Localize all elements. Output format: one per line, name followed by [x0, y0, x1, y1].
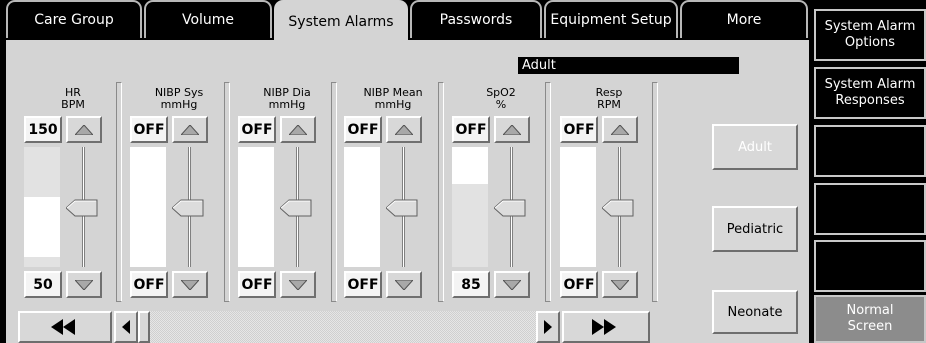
step-left-button[interactable] — [114, 311, 138, 343]
spo2-low-limit[interactable]: 85 — [452, 271, 490, 298]
step-right-button[interactable] — [536, 311, 560, 343]
nibp-mean-slider-thumb[interactable] — [386, 199, 418, 217]
nibp-dia-title: NIBP Dia mmHg — [263, 86, 311, 111]
triangle-up-icon — [395, 124, 413, 135]
tab-equipment-setup[interactable]: Equipment Setup — [544, 0, 678, 38]
pediatric-button[interactable]: Pediatric — [712, 206, 798, 252]
patient-mode-label: Adult — [518, 57, 739, 74]
system-alarm-options-button[interactable]: System Alarm Options — [814, 9, 926, 61]
nibp-mean-low-limit[interactable]: OFF — [344, 271, 382, 298]
hr-high-up-button[interactable] — [66, 116, 102, 143]
spo2-title: SpO2% — [486, 86, 516, 111]
triangle-down-icon — [181, 279, 199, 290]
double-right-arrow-icon — [592, 319, 616, 335]
resp-title: Resp RPM — [595, 86, 623, 111]
triangle-down-icon — [289, 279, 307, 290]
spo2-alarm-range-bar — [452, 147, 488, 267]
column-separator — [331, 82, 337, 302]
side-button-blank-1[interactable] — [814, 125, 926, 177]
scrollbar-track[interactable] — [150, 311, 536, 343]
tab-passwords[interactable]: Passwords — [410, 0, 542, 38]
nibp-sys-title: NIBP Sys mmHg — [154, 86, 204, 111]
nibp-mean-high-up-button[interactable] — [386, 116, 422, 143]
hr-high-limit[interactable]: 150 — [24, 116, 62, 143]
scrollbar-thumb[interactable] — [138, 311, 150, 343]
side-button-blank-3[interactable] — [814, 240, 926, 292]
hr-low-down-button[interactable] — [66, 271, 102, 298]
column-separator — [224, 82, 230, 302]
nibp-sys-low-down-button[interactable] — [172, 271, 208, 298]
side-button-blank-2[interactable] — [814, 183, 926, 235]
triangle-up-icon — [503, 124, 521, 135]
left-arrow-icon — [122, 320, 130, 334]
system-alarm-responses-button[interactable]: System Alarm Responses — [814, 67, 926, 119]
spo2-low-down-button[interactable] — [494, 271, 530, 298]
resp-slider-thumb[interactable] — [602, 199, 634, 217]
nibp-sys-alarm-range-bar — [130, 147, 166, 267]
triangle-down-icon — [395, 279, 413, 290]
right-arrow-icon — [544, 320, 552, 334]
tab-care-group[interactable]: Care Group — [6, 0, 142, 38]
triangle-down-icon — [503, 279, 521, 290]
hr-title: HR BPM — [61, 86, 85, 111]
spo2-below-low-zone — [452, 184, 488, 267]
spo2-high-limit[interactable]: OFF — [452, 116, 490, 143]
adult-button: Adult — [712, 124, 798, 170]
triangle-up-icon — [611, 124, 629, 135]
triangle-up-icon — [289, 124, 307, 135]
nibp-sys-low-limit[interactable]: OFF — [130, 271, 168, 298]
column-separator — [545, 82, 551, 302]
nibp-mean-title: NIBP Mean mmHg — [363, 86, 423, 111]
nibp-dia-alarm-range-bar — [238, 147, 274, 267]
resp-high-limit[interactable]: OFF — [560, 116, 598, 143]
resp-low-limit[interactable]: OFF — [560, 271, 598, 298]
hr-above-high-zone — [24, 147, 60, 198]
resp-alarm-range-bar — [560, 147, 596, 267]
hr-alarm-range-bar — [24, 147, 60, 267]
system-alarms-screen: Care Group Volume System Alarms Passwords Eq… — [0, 0, 926, 343]
nibp-mean-alarm-range-bar — [344, 147, 380, 267]
normal-screen-button[interactable]: Normal Screen — [814, 295, 926, 343]
spo2-high-up-button[interactable] — [494, 116, 530, 143]
tab-system-alarms[interactable]: System Alarms — [274, 0, 408, 42]
page-right-button[interactable] — [562, 311, 650, 343]
triangle-up-icon — [181, 124, 199, 135]
nibp-sys-high-up-button[interactable] — [172, 116, 208, 143]
nibp-dia-high-limit[interactable]: OFF — [238, 116, 276, 143]
triangle-down-icon — [611, 279, 629, 290]
nibp-dia-low-down-button[interactable] — [280, 271, 316, 298]
double-left-arrow-icon — [51, 319, 75, 335]
tab-more[interactable]: More — [680, 0, 808, 38]
page-left-button[interactable] — [18, 311, 112, 343]
nibp-sys-slider-thumb[interactable] — [172, 199, 204, 217]
nibp-dia-low-limit[interactable]: OFF — [238, 271, 276, 298]
spo2-slider-thumb[interactable] — [494, 199, 526, 217]
nibp-sys-high-limit[interactable]: OFF — [130, 116, 168, 143]
nibp-mean-high-limit[interactable]: OFF — [344, 116, 382, 143]
triangle-down-icon — [75, 279, 93, 290]
tab-volume[interactable]: Volume — [144, 0, 272, 38]
column-separator — [438, 82, 444, 302]
nibp-dia-high-up-button[interactable] — [280, 116, 316, 143]
resp-high-up-button[interactable] — [602, 116, 638, 143]
nibp-dia-slider-thumb[interactable] — [280, 199, 312, 217]
triangle-up-icon — [75, 124, 93, 135]
resp-low-down-button[interactable] — [602, 271, 638, 298]
column-separator — [116, 82, 122, 302]
nibp-mean-low-down-button[interactable] — [386, 271, 422, 298]
column-separator — [652, 82, 658, 302]
neonate-button[interactable]: Neonate — [712, 290, 798, 334]
hr-below-low-zone — [24, 257, 60, 267]
hr-low-limit[interactable]: 50 — [24, 271, 62, 298]
hr-slider-thumb[interactable] — [66, 199, 98, 217]
